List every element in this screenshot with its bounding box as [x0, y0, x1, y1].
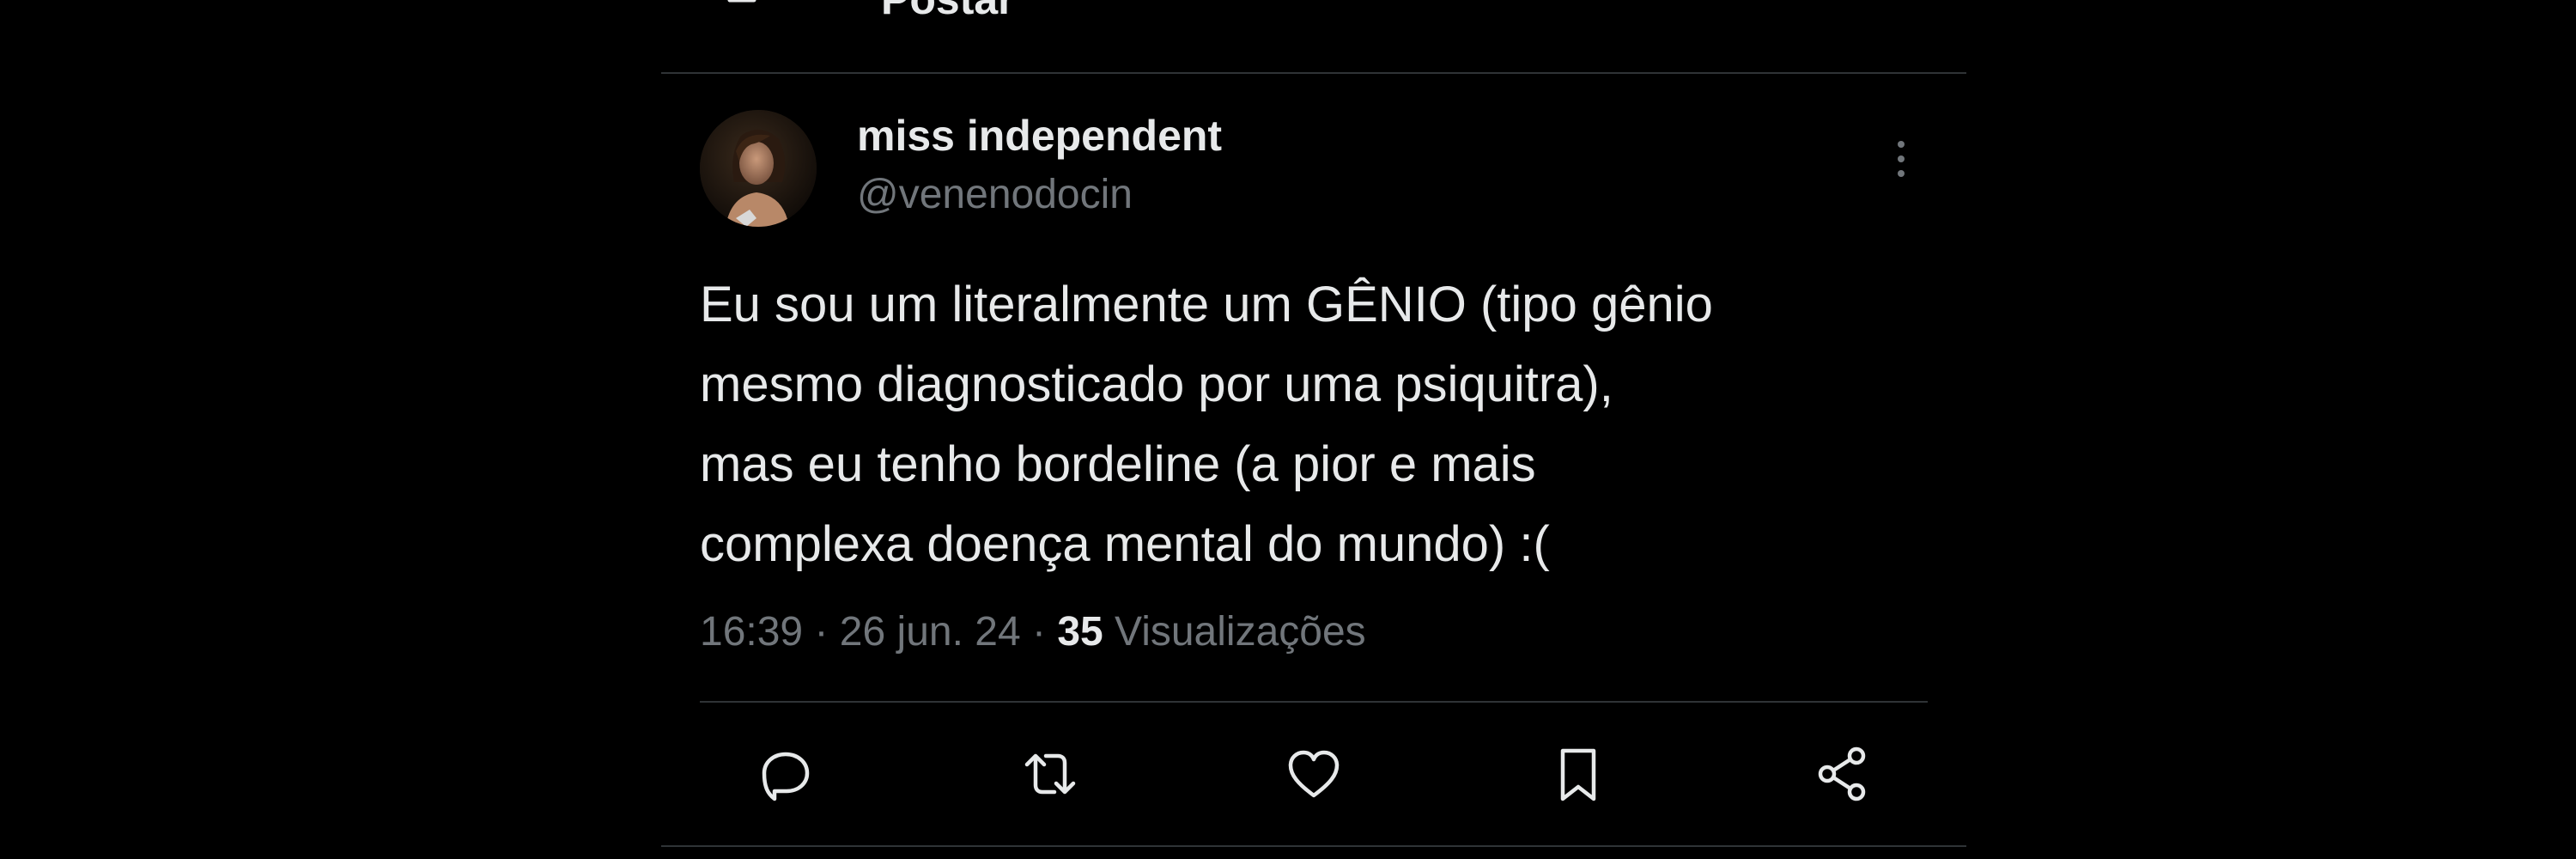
author-display-name[interactable]: miss independent — [857, 112, 1222, 160]
divider — [700, 701, 1928, 703]
top-bar: Postar — [661, 0, 1966, 74]
post-text-line: mesmo diagnosticado por uma psiquitra), — [700, 356, 1613, 412]
post-time[interactable]: 16:39 — [700, 609, 803, 655]
meta-separator: · — [1031, 609, 1046, 655]
post-date[interactable]: 26 jun. 24 — [840, 609, 1021, 655]
page-title: Postar — [881, 0, 1015, 21]
author-handle[interactable]: @venenodocin — [857, 172, 1133, 218]
avatar[interactable] — [700, 110, 817, 227]
post-body: Eu sou um literalmente um GÊNIO (tipo gê… — [700, 265, 1902, 584]
divider — [661, 845, 1966, 847]
post-metadata: 16:39 · 26 jun. 24 · 35 Visualizações — [700, 606, 1366, 658]
post-text-line: complexa doença mental do mundo) :( — [700, 516, 1550, 572]
post-text-line: Eu sou um literalmente um GÊNIO (tipo gê… — [700, 277, 1713, 332]
share-icon[interactable] — [1812, 744, 1872, 804]
views-label: Visualizações — [1115, 609, 1366, 655]
repost-icon[interactable] — [1020, 744, 1080, 804]
comment-icon[interactable] — [756, 744, 816, 804]
more-options-icon[interactable] — [1891, 137, 1911, 180]
heart-icon[interactable] — [1284, 744, 1344, 804]
post-detail-column: Postar miss independent @venenodocin — [661, 0, 1966, 859]
arrow-left-icon[interactable] — [721, 0, 759, 19]
bookmark-icon[interactable] — [1548, 744, 1608, 804]
views-count: 35 — [1057, 609, 1103, 655]
meta-separator: · — [814, 609, 829, 655]
post-text-line: mas eu tenho bordeline (a pior e mais — [700, 436, 1536, 492]
